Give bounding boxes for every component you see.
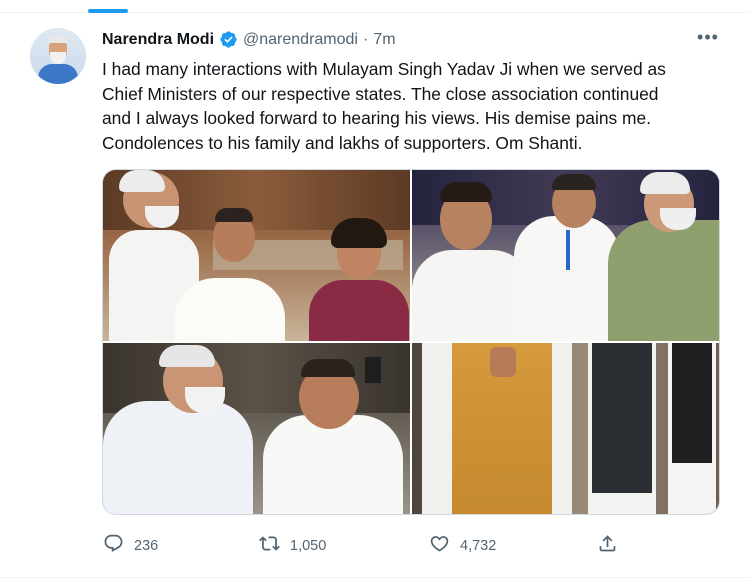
retweet-button[interactable]: 1,050 [259,533,326,558]
like-count: 4,732 [460,537,497,554]
tweet-text-line: I had many interactions with Mulayam Sin… [102,59,666,79]
tweet-photo-4[interactable] [412,343,719,514]
separator-dot: · [362,30,369,48]
heart-icon [429,533,450,558]
share-button[interactable] [597,533,618,558]
reply-icon [103,533,124,558]
retweet-icon [259,533,280,558]
tweet-actions: 236 1,050 4,732 [0,533,750,555]
reply-count: 236 [134,537,159,554]
like-button[interactable]: 4,732 [429,533,496,558]
tweet-photo-2[interactable] [412,170,719,341]
reply-button[interactable]: 236 [103,533,158,558]
verified-badge-icon [219,30,238,49]
active-tab-indicator [88,9,128,13]
tweet-text-line: and I always looked forward to hearing h… [102,108,652,129]
tweet-media-grid [102,169,720,515]
tweet-text-line: Condolences to his family and lakhs of s… [102,132,583,153]
tweet-timestamp[interactable]: 7m [373,31,395,49]
tweet-photo-3[interactable] [103,343,410,514]
retweet-count: 1,050 [290,537,327,554]
tweet-text-line: Chief Ministers of our respective states… [102,83,659,104]
tweet-text: I had many interactions with Mulayam Sin… [102,57,722,155]
more-options-icon[interactable]: ••• [697,28,719,50]
share-icon [597,533,618,558]
tweet-photo-1[interactable] [103,170,410,341]
author-avatar[interactable] [30,28,86,84]
author-name[interactable]: Narendra Modi [102,31,214,49]
tweet-header: Narendra Modi @narendramodi · 7m [102,30,396,49]
author-handle[interactable]: @narendramodi [243,31,358,49]
